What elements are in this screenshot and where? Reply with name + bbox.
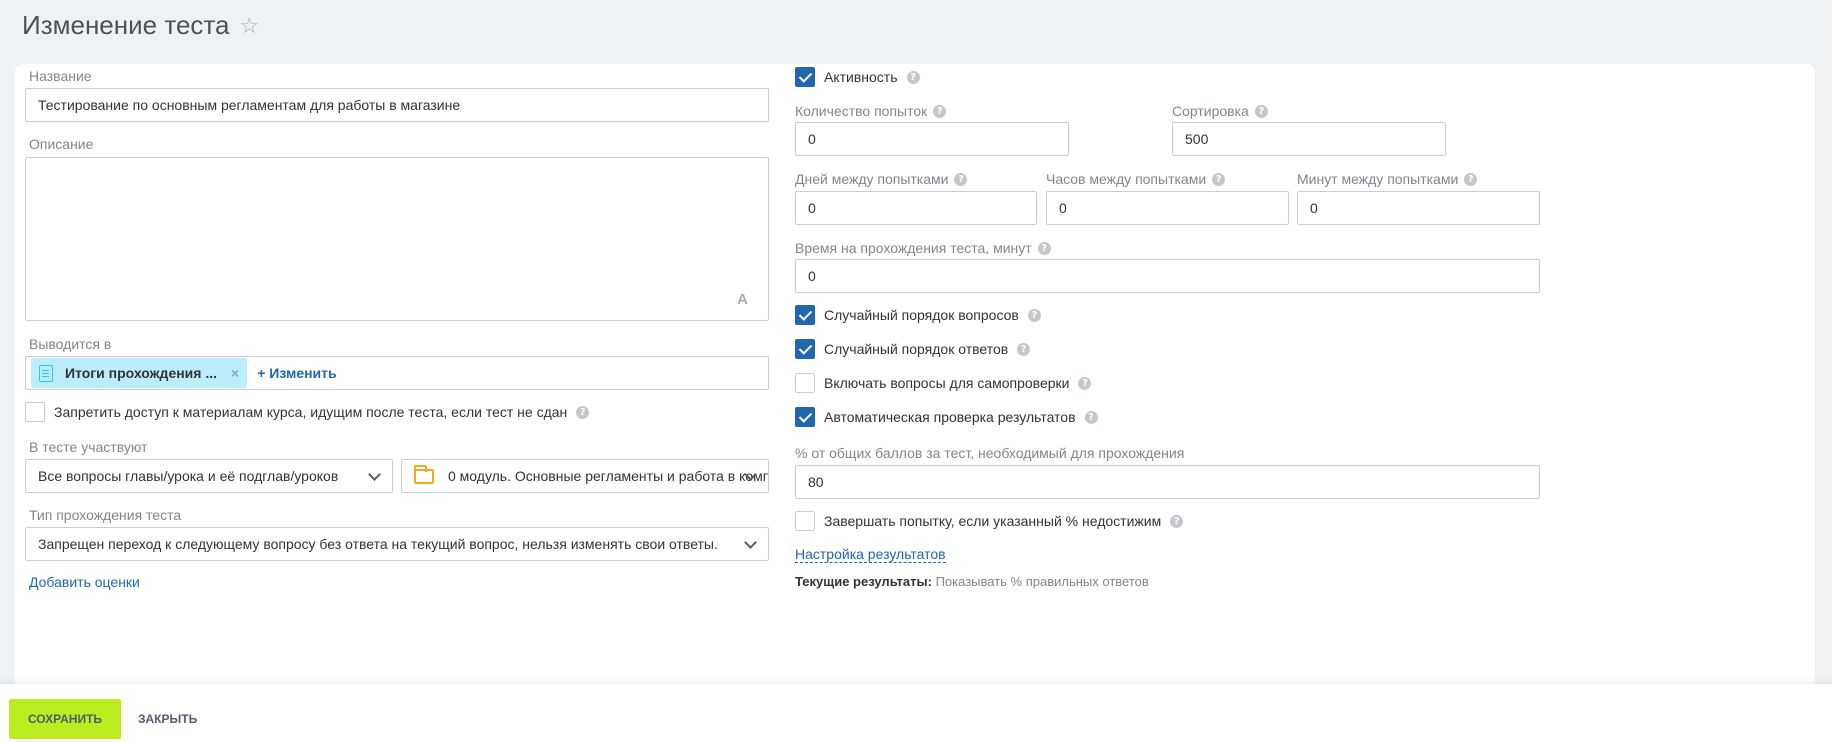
- auto-check-row: Автоматическая проверка результатов ?: [795, 407, 1098, 427]
- help-icon[interactable]: ?: [906, 70, 920, 84]
- help-icon[interactable]: ?: [1017, 342, 1031, 356]
- days-input[interactable]: 0: [795, 191, 1037, 225]
- minutes-label-text: Минут между попытками: [1297, 171, 1459, 187]
- forbid-access-checkbox[interactable]: [25, 402, 45, 422]
- footer-bar: СОХРАНИТЬ ЗАКРЫТЬ: [0, 684, 1832, 743]
- results-settings-link[interactable]: Настройка результатов: [795, 546, 946, 563]
- hours-label: Часов между попытками ?: [1046, 171, 1226, 187]
- description-textarea[interactable]: A: [25, 157, 769, 321]
- random-questions-label: Случайный порядок вопросов: [824, 307, 1019, 323]
- help-icon[interactable]: ?: [1212, 172, 1226, 186]
- document-icon: [39, 364, 53, 382]
- finish-row: Завершать попытку, если указанный % недо…: [795, 511, 1184, 531]
- days-label: Дней между попытками ?: [795, 171, 968, 187]
- help-icon[interactable]: ?: [1027, 308, 1041, 322]
- name-label: Название: [29, 68, 92, 84]
- change-output-link[interactable]: + Изменить: [257, 365, 336, 381]
- self-check-label: Включать вопросы для самопроверки: [824, 375, 1070, 391]
- pass-type-label-text: Тип прохождения теста: [29, 507, 182, 523]
- chevron-down-icon: [744, 536, 757, 549]
- minutes-input[interactable]: 0: [1297, 191, 1540, 225]
- time-label: Время на прохождения теста, минут ?: [795, 240, 1051, 256]
- attempts-input[interactable]: 0: [795, 122, 1069, 156]
- module-select[interactable]: 0 модуль. Основные регламенты и работа в…: [401, 459, 769, 493]
- active-label: Активность: [824, 69, 898, 85]
- help-icon[interactable]: ?: [1254, 104, 1268, 118]
- help-icon[interactable]: ?: [1464, 172, 1478, 186]
- output-label: Выводится в: [29, 336, 111, 352]
- help-icon[interactable]: ?: [1078, 376, 1092, 390]
- save-button[interactable]: СОХРАНИТЬ: [9, 699, 121, 739]
- self-check-row: Включать вопросы для самопроверки ?: [795, 373, 1092, 393]
- finish-label: Завершать попытку, если указанный % недо…: [824, 513, 1162, 529]
- auto-check-checkbox[interactable]: [795, 407, 815, 427]
- days-label-text: Дней между попытками: [795, 171, 949, 187]
- pass-type-value: Запрещен переход к следующему вопросу бе…: [38, 536, 718, 552]
- help-icon[interactable]: ?: [1170, 514, 1184, 528]
- percent-label-text: % от общих баллов за тест, необходимый д…: [795, 445, 1185, 461]
- name-input[interactable]: Тестирование по основным регламентам для…: [25, 88, 769, 122]
- participants-select[interactable]: Все вопросы главы/урока и её подглав/уро…: [25, 459, 393, 493]
- sort-input[interactable]: 500: [1172, 122, 1446, 156]
- form-card: Название Тестирование по основным реглам…: [15, 64, 1815, 684]
- time-input[interactable]: 0: [795, 259, 1540, 293]
- participants-label-text: В тесте участвуют: [29, 439, 148, 455]
- help-icon[interactable]: ?: [1037, 241, 1051, 255]
- time-label-text: Время на прохождения теста, минут: [795, 240, 1032, 256]
- sort-label-text: Сортировка: [1172, 103, 1249, 119]
- auto-check-label: Автоматическая проверка результатов: [824, 409, 1076, 425]
- page-title-text: Изменение теста: [22, 10, 230, 40]
- close-button[interactable]: ЗАКРЫТЬ: [130, 699, 205, 739]
- hours-label-text: Часов между попытками: [1046, 171, 1207, 187]
- percent-label: % от общих баллов за тест, необходимый д…: [795, 445, 1184, 461]
- output-selector: Итоги прохождения ... × + Изменить: [25, 356, 769, 390]
- name-label-text: Название: [29, 68, 92, 84]
- minutes-label: Минут между попытками ?: [1297, 171, 1478, 187]
- forbid-access-row: Запретить доступ к материалам курса, иду…: [25, 402, 590, 422]
- participants-value: Все вопросы главы/урока и её подглав/уро…: [38, 468, 339, 484]
- help-icon[interactable]: ?: [933, 104, 947, 118]
- random-questions-checkbox[interactable]: [795, 305, 815, 325]
- chevron-down-icon: [368, 468, 381, 481]
- pass-type-select[interactable]: Запрещен переход к следующему вопросу бе…: [25, 527, 769, 561]
- random-answers-row: Случайный порядок ответов ?: [795, 339, 1031, 359]
- output-label-text: Выводится в: [29, 336, 112, 352]
- forbid-access-label: Запретить доступ к материалам курса, иду…: [54, 404, 568, 420]
- percent-input[interactable]: 80: [795, 465, 1540, 499]
- random-questions-row: Случайный порядок вопросов ?: [795, 305, 1041, 325]
- self-check-checkbox[interactable]: [795, 373, 815, 393]
- attempts-label-text: Количество попыток: [795, 103, 928, 119]
- description-label-text: Описание: [29, 136, 94, 152]
- finish-checkbox[interactable]: [795, 511, 815, 531]
- hours-input[interactable]: 0: [1046, 191, 1289, 225]
- text-editor-icon[interactable]: A: [737, 291, 748, 308]
- page-title: Изменение теста ☆: [22, 10, 259, 41]
- help-icon[interactable]: ?: [1084, 410, 1098, 424]
- attempts-label: Количество попыток ?: [795, 103, 947, 119]
- output-tag[interactable]: Итоги прохождения ... ×: [31, 358, 248, 388]
- active-row: Активность ?: [795, 67, 920, 87]
- current-results: Текущие результаты: Показывать % правиль…: [795, 574, 1149, 589]
- current-results-value: Показывать % правильных ответов: [935, 574, 1149, 589]
- random-answers-label: Случайный порядок ответов: [824, 341, 1009, 357]
- folder-icon: [414, 464, 434, 484]
- pass-type-label: Тип прохождения теста: [29, 507, 181, 523]
- random-answers-checkbox[interactable]: [795, 339, 815, 359]
- description-label: Описание: [29, 136, 93, 152]
- module-value: 0 модуль. Основные регламенты и работа в…: [448, 468, 769, 484]
- help-icon[interactable]: ?: [576, 405, 590, 419]
- active-checkbox[interactable]: [795, 67, 815, 87]
- help-icon[interactable]: ?: [954, 172, 968, 186]
- participants-label: В тесте участвуют: [29, 439, 147, 455]
- output-tag-label: Итоги прохождения ...: [65, 365, 218, 381]
- sort-label: Сортировка ?: [1172, 103, 1268, 119]
- star-icon[interactable]: ☆: [239, 14, 259, 37]
- add-grades-link[interactable]: Добавить оценки: [29, 574, 140, 590]
- tag-remove-icon[interactable]: ×: [231, 365, 239, 381]
- current-results-label: Текущие результаты:: [795, 574, 932, 589]
